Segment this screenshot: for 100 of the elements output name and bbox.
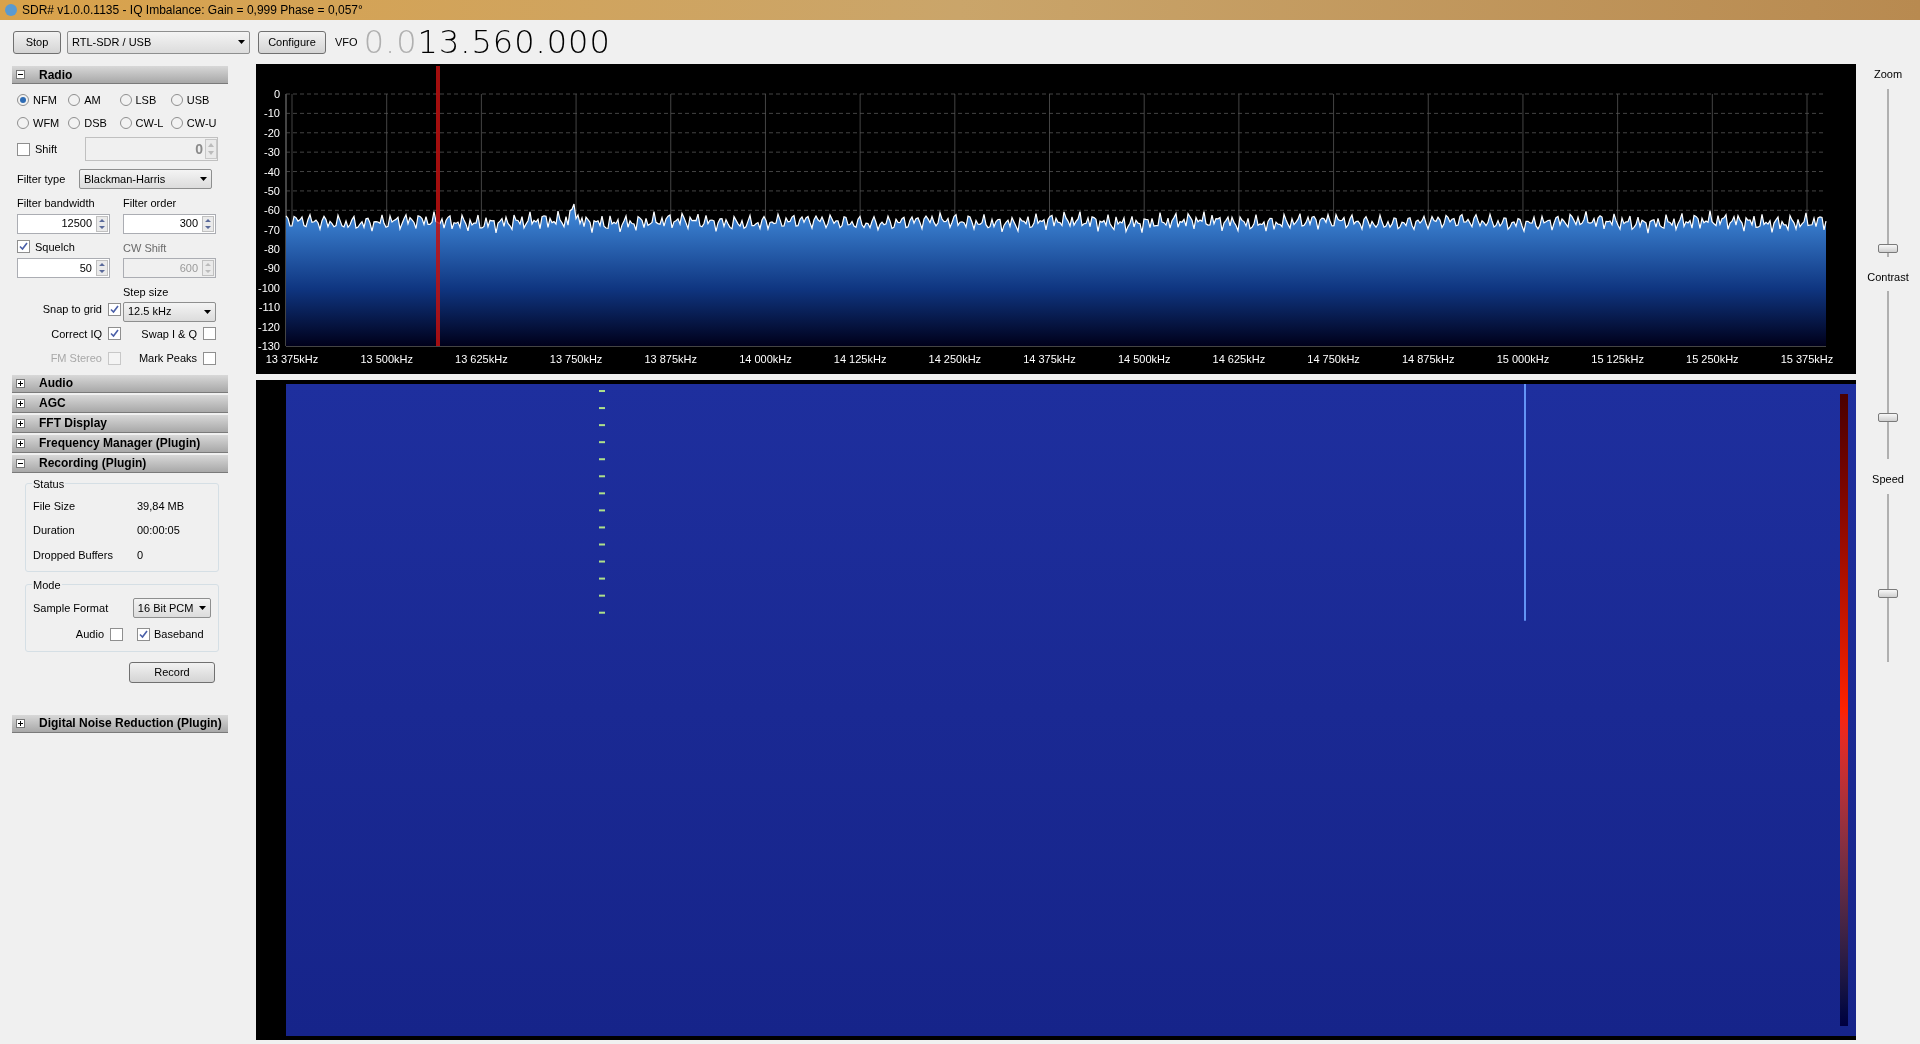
axis-tick-label: 15 125kHz xyxy=(1591,353,1644,365)
axis-tick-label: 13 500kHz xyxy=(360,353,413,365)
checkbox[interactable] xyxy=(137,627,150,641)
vfo-frequency[interactable]: 0.0 13.560.000 xyxy=(363,26,611,58)
expand-icon[interactable] xyxy=(16,438,25,448)
source-dropdown[interactable]: RTL-SDR / USB xyxy=(67,30,250,54)
slider-thumb[interactable] xyxy=(1878,413,1898,423)
section-header[interactable]: Recording (Plugin) xyxy=(12,454,228,473)
section-header[interactable]: Digital Noise Reduction (Plugin) xyxy=(12,714,228,733)
radio-button[interactable] xyxy=(68,94,81,107)
axis-tick-label: 14 250kHz xyxy=(928,353,982,365)
checkbox[interactable] xyxy=(203,351,216,365)
expand-icon[interactable] xyxy=(16,418,25,428)
spin-arrows-icon[interactable] xyxy=(96,260,108,276)
stop-button[interactable]: Stop xyxy=(13,30,61,54)
filter-order-field[interactable]: 300 xyxy=(123,213,216,234)
vfo-label: VFO xyxy=(335,34,358,50)
radio-button[interactable] xyxy=(17,116,29,129)
option-label: Swap I & Q xyxy=(141,326,197,342)
filter-type-dropdown[interactable]: Blackman-Harris xyxy=(79,169,212,189)
axis-tick-label: 13 750kHz xyxy=(549,353,603,365)
axis-tick-label: -110 xyxy=(258,301,280,314)
status-value: 39,84 MB xyxy=(137,498,185,514)
checkbox[interactable] xyxy=(108,327,121,341)
tuning-marker[interactable] xyxy=(436,66,440,346)
axis-tick-label: 15 250kHz xyxy=(1686,353,1739,365)
axis-tick-label: -10 xyxy=(264,107,280,120)
status-label: File Size xyxy=(33,498,77,514)
vertical-slider[interactable] xyxy=(1875,493,1901,662)
status-value: 00:00:05 xyxy=(137,523,180,538)
radio-button[interactable] xyxy=(119,94,132,107)
radio-button[interactable] xyxy=(17,94,29,107)
step-size-label: Step size xyxy=(123,285,170,300)
filter-type-label: Filter type xyxy=(17,171,67,187)
status-label: Duration xyxy=(33,523,76,538)
axis-tick-label: 14 500kHz xyxy=(1117,353,1171,365)
axis-tick-label: -130 xyxy=(257,340,280,352)
mode-label: CW-L xyxy=(135,115,164,131)
section-header[interactable]: AGC xyxy=(12,394,228,413)
baseband-label: Baseband xyxy=(154,627,204,642)
axis-tick-label: -120 xyxy=(257,320,280,333)
cw-shift-label: CW Shift xyxy=(123,240,168,256)
vertical-slider[interactable] xyxy=(1875,88,1901,257)
axis-tick-label: -30 xyxy=(264,146,280,159)
axis-tick-label: 13 625kHz xyxy=(455,353,508,365)
expand-icon[interactable] xyxy=(16,378,25,388)
axis-tick-label: 15 000kHz xyxy=(1496,353,1550,365)
axis-tick-label: -70 xyxy=(264,223,280,236)
axis-tick-label: -40 xyxy=(264,165,280,178)
axis-tick-label: 13 875kHz xyxy=(644,353,698,365)
axis-tick-label: 0 xyxy=(273,88,280,100)
axis-tick-label: -90 xyxy=(264,262,280,275)
section-header[interactable]: FFT Display xyxy=(12,414,228,433)
slider-thumb[interactable] xyxy=(1878,588,1898,598)
status-value: 0 xyxy=(137,547,144,563)
radio-button[interactable] xyxy=(68,116,81,129)
radio-button[interactable] xyxy=(119,116,132,129)
radio-button[interactable] xyxy=(170,116,183,129)
slider-label: Speed xyxy=(1872,472,1904,487)
axis-tick-label: 14 750kHz xyxy=(1307,353,1360,365)
configure-button[interactable]: Configure xyxy=(258,30,326,54)
dropdown-arrow-icon xyxy=(200,177,207,181)
mode-label: CW-U xyxy=(186,115,217,131)
radio-button[interactable] xyxy=(170,94,183,107)
app-icon xyxy=(4,3,18,17)
checkbox[interactable] xyxy=(17,240,30,254)
status-label: Dropped Buffers xyxy=(33,547,114,563)
axis-tick-label: 15 375kHz xyxy=(1780,353,1834,365)
step-size-dropdown[interactable]: 12.5 kHz xyxy=(123,301,216,322)
checkbox[interactable] xyxy=(110,627,123,641)
squelch-field[interactable]: 50 xyxy=(17,258,110,278)
sample-format-dropdown[interactable]: 16 Bit PCM xyxy=(132,598,211,618)
section-header[interactable]: Frequency Manager (Plugin) xyxy=(12,434,228,453)
section-header[interactable]: Radio xyxy=(12,66,228,84)
squelch-label: Squelch xyxy=(35,239,75,255)
dropdown-arrow-icon xyxy=(238,40,245,44)
collapse-icon[interactable] xyxy=(16,70,25,79)
expand-icon[interactable] xyxy=(16,398,25,408)
slider-label: Zoom xyxy=(1873,67,1903,82)
filter-bandwidth-field[interactable]: 12500 xyxy=(17,213,110,234)
axis-tick-label: -50 xyxy=(264,184,280,197)
axis-tick-label: -60 xyxy=(264,204,280,217)
checkbox[interactable] xyxy=(203,327,216,341)
axis-tick-label: -80 xyxy=(264,243,280,256)
collapse-icon[interactable] xyxy=(16,458,25,468)
expand-icon[interactable] xyxy=(16,718,25,728)
filter-bandwidth-label: Filter bandwidth xyxy=(17,196,96,211)
axis-tick-label: 14 375kHz xyxy=(1023,353,1076,365)
slider-thumb[interactable] xyxy=(1878,244,1898,254)
spin-arrows-icon[interactable] xyxy=(202,215,214,232)
axis-tick-label: -20 xyxy=(264,126,280,139)
dropdown-arrow-icon xyxy=(199,606,206,610)
record-button[interactable]: Record xyxy=(129,661,215,683)
spectrum-display[interactable] xyxy=(256,64,1856,374)
checkbox[interactable] xyxy=(108,302,121,316)
section-header[interactable]: Audio xyxy=(12,374,228,393)
vertical-slider[interactable] xyxy=(1875,291,1901,459)
spin-arrows-icon[interactable] xyxy=(96,215,108,232)
checkbox[interactable] xyxy=(17,142,30,156)
option-label: Snap to grid xyxy=(42,302,102,317)
